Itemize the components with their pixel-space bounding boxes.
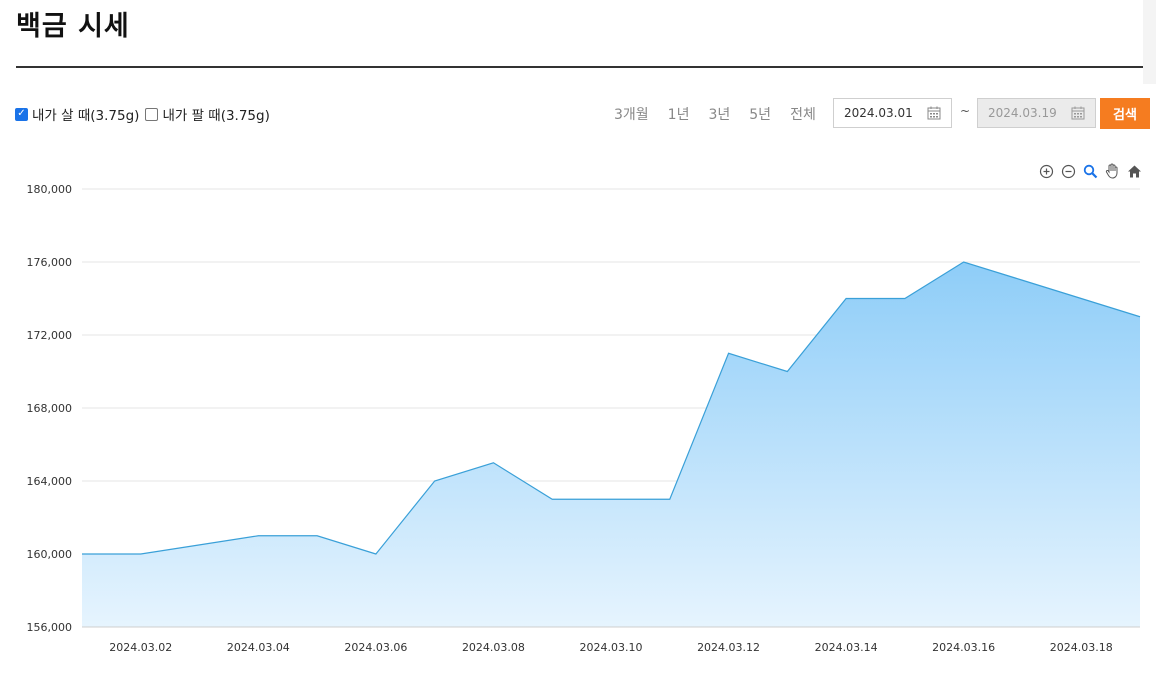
y-tick-label: 180,000 bbox=[27, 183, 73, 196]
y-tick-label: 172,000 bbox=[27, 329, 73, 342]
series-area bbox=[82, 262, 1140, 627]
y-tick-label: 160,000 bbox=[27, 548, 73, 561]
price-chart: 156,000 160,000 164,000 168,000 172,000 176,0… bbox=[27, 183, 1141, 654]
x-tick-label: 2024.03.06 bbox=[344, 641, 407, 654]
x-tick-label: 2024.03.14 bbox=[815, 641, 878, 654]
y-tick-label: 168,000 bbox=[27, 402, 73, 415]
y-tick-label: 156,000 bbox=[27, 621, 73, 634]
x-tick-label: 2024.03.10 bbox=[580, 641, 643, 654]
y-tick-label: 176,000 bbox=[27, 256, 73, 269]
x-tick-label: 2024.03.16 bbox=[932, 641, 995, 654]
x-tick-label: 2024.03.04 bbox=[227, 641, 290, 654]
x-tick-label: 2024.03.12 bbox=[697, 641, 760, 654]
x-tick-label: 2024.03.18 bbox=[1050, 641, 1113, 654]
y-tick-label: 164,000 bbox=[27, 475, 73, 488]
x-tick-label: 2024.03.02 bbox=[109, 641, 172, 654]
x-tick-label: 2024.03.08 bbox=[462, 641, 525, 654]
